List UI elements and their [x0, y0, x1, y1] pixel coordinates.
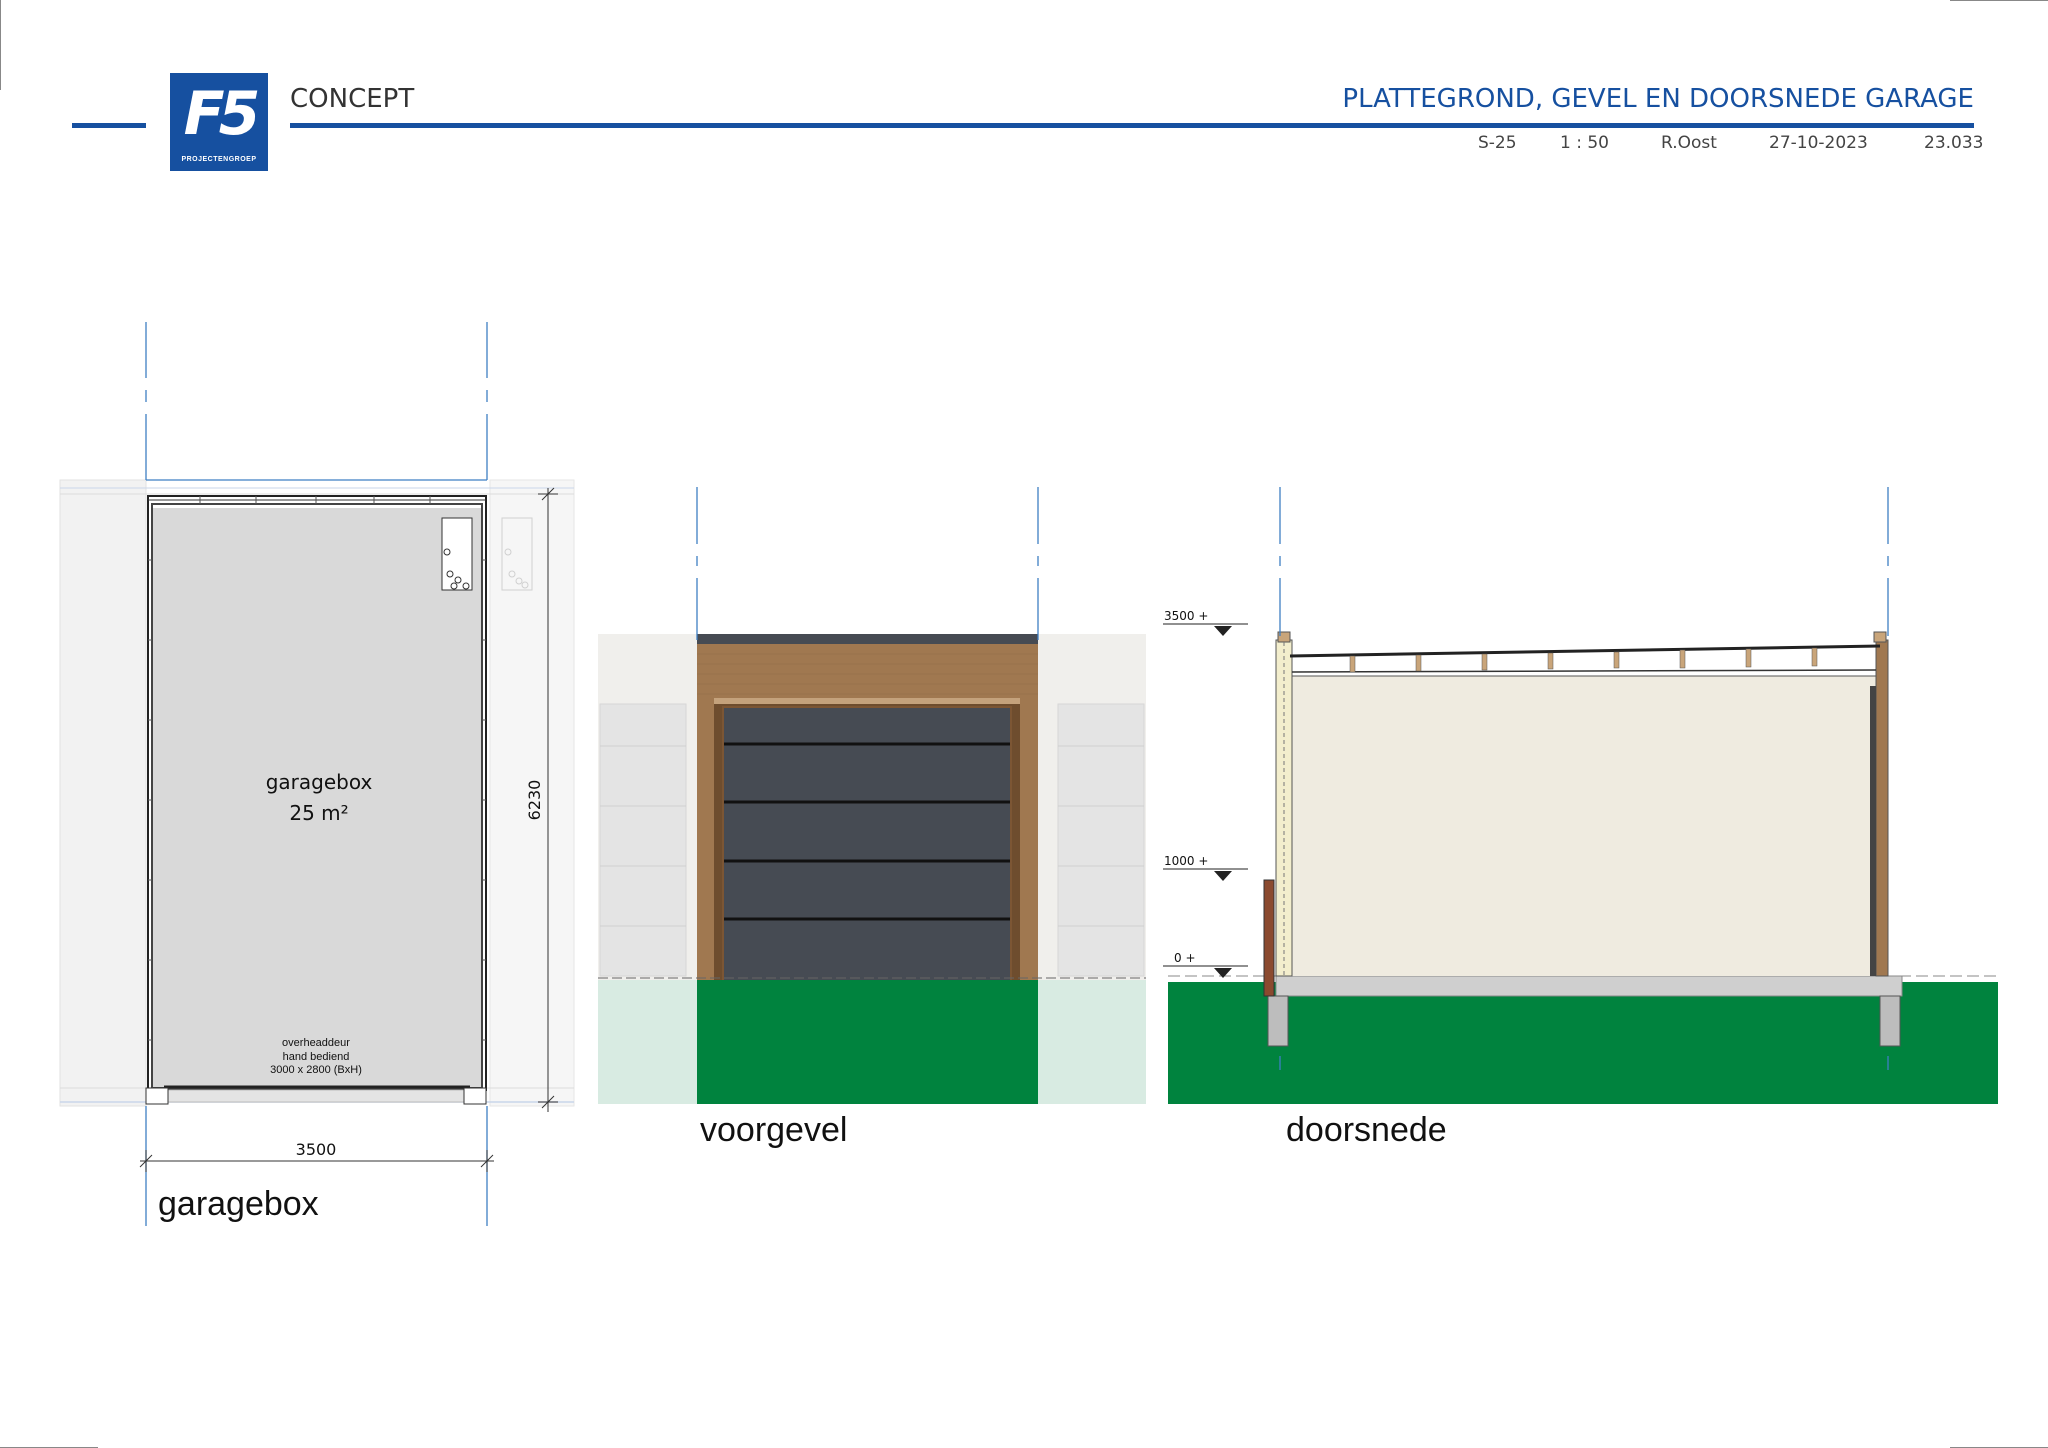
floor-plan: 3500 6230 garagebox 25 m² overheaddeur h…: [59, 322, 575, 1226]
section-interior-wall: [1292, 676, 1880, 976]
section-foundation-right: [1879, 995, 1901, 1047]
plan-door-label-2: hand bediend: [283, 1051, 350, 1063]
section-level-mid: 1000 +: [1164, 854, 1208, 868]
elevation-ground: [697, 980, 1038, 1104]
plan-door-label-1: overheaddeur: [282, 1037, 350, 1049]
plan-dim-depth: 6230: [525, 780, 544, 821]
plan-neighbour-left: [59, 479, 147, 1107]
section-floor-slab: [1275, 975, 1903, 997]
section-caption: doorsnede: [1286, 1111, 1447, 1149]
front-elevation: [598, 487, 1146, 1104]
elevation-garage-door: [724, 708, 1010, 980]
plan-caption: garagebox: [158, 1185, 319, 1223]
plan-floor: [152, 508, 482, 1088]
plan-door-label-3: 3000 x 2800 (BxH): [270, 1064, 362, 1076]
cross-section: 3500 + 1000 + 0 +: [1163, 487, 1998, 1104]
elevation-caption: voorgevel: [700, 1111, 848, 1149]
section-level-top: 3500 +: [1164, 609, 1208, 623]
section-foundation-left: [1267, 995, 1289, 1047]
plan-room-name: garagebox: [266, 770, 373, 794]
section-level-zero: 0 +: [1174, 951, 1196, 965]
elevation-roof-edge: [697, 634, 1038, 644]
drawing-canvas: 3500 6230 garagebox 25 m² overheaddeur h…: [59, 322, 1998, 1226]
plan-equipment: [441, 517, 473, 591]
section-ground: [1168, 982, 1998, 1104]
plan-dim-width: 3500: [296, 1140, 337, 1159]
plan-room-area: 25 m²: [289, 801, 348, 825]
